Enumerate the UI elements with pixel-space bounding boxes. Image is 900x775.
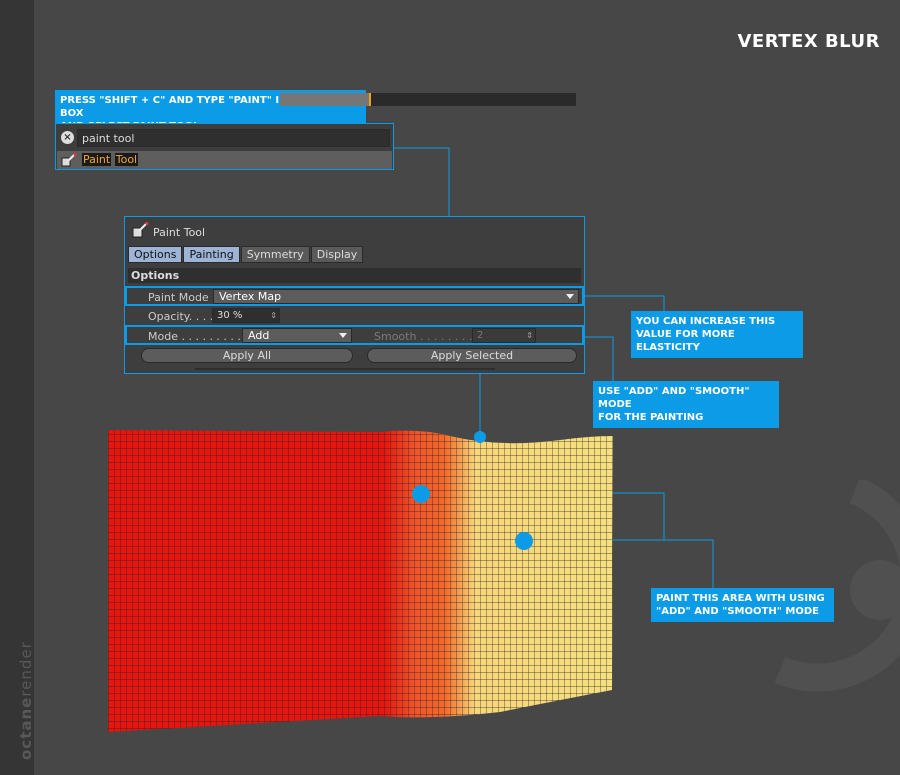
paint-area-dot (515, 532, 533, 550)
paint-area-dot (412, 485, 430, 503)
connector-dot (474, 431, 486, 443)
vertex-map-mesh (108, 430, 613, 732)
